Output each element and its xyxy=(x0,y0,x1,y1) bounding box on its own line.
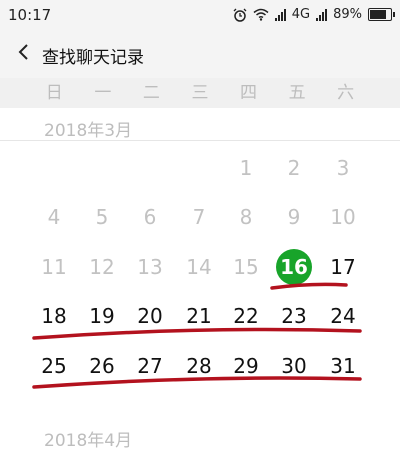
calendar-day-disabled: 14 xyxy=(186,255,212,279)
calendar-day[interactable]: 19 xyxy=(84,298,120,334)
calendar-day[interactable]: 30 xyxy=(276,348,312,384)
calendar-day[interactable]: 17 xyxy=(325,249,361,285)
calendar-day[interactable]: 31 xyxy=(325,348,361,384)
calendar-grid: 1 2 3 4 5 6 7 8 9 10 11 12 13 14 15 16 17 18 19 20 21 22 23 24 2… xyxy=(0,0,400,443)
calendar-day[interactable]: 24 xyxy=(325,298,361,334)
calendar-day-disabled: 13 xyxy=(137,255,163,279)
calendar-day[interactable]: 26 xyxy=(84,348,120,384)
calendar-day-disabled: 2 xyxy=(287,156,301,180)
calendar-day-disabled: 15 xyxy=(233,255,259,279)
calendar-day-disabled: 6 xyxy=(143,205,157,229)
calendar-day[interactable]: 20 xyxy=(132,298,168,334)
calendar-day-disabled: 9 xyxy=(287,205,301,229)
calendar-day-disabled: 7 xyxy=(192,205,206,229)
calendar-day[interactable]: 22 xyxy=(228,298,264,334)
calendar-day-disabled: 3 xyxy=(336,156,350,180)
calendar-day[interactable]: 21 xyxy=(181,298,217,334)
calendar-day-disabled: 1 xyxy=(239,156,253,180)
calendar-day[interactable]: 23 xyxy=(276,298,312,334)
calendar-day-disabled: 5 xyxy=(95,205,109,229)
calendar-day-disabled: 10 xyxy=(330,205,356,229)
calendar-day[interactable]: 18 xyxy=(36,298,72,334)
calendar-day-disabled: 8 xyxy=(239,205,253,229)
calendar-day[interactable]: 29 xyxy=(228,348,264,384)
calendar-day-disabled: 4 xyxy=(47,205,61,229)
calendar-day-today[interactable]: 16 xyxy=(276,249,312,285)
calendar-day-disabled: 12 xyxy=(89,255,115,279)
calendar-day[interactable]: 25 xyxy=(36,348,72,384)
calendar-day[interactable]: 28 xyxy=(181,348,217,384)
month-label: 2018年4月 xyxy=(44,431,133,451)
calendar-day[interactable]: 27 xyxy=(132,348,168,384)
calendar-day-disabled: 11 xyxy=(41,255,67,279)
